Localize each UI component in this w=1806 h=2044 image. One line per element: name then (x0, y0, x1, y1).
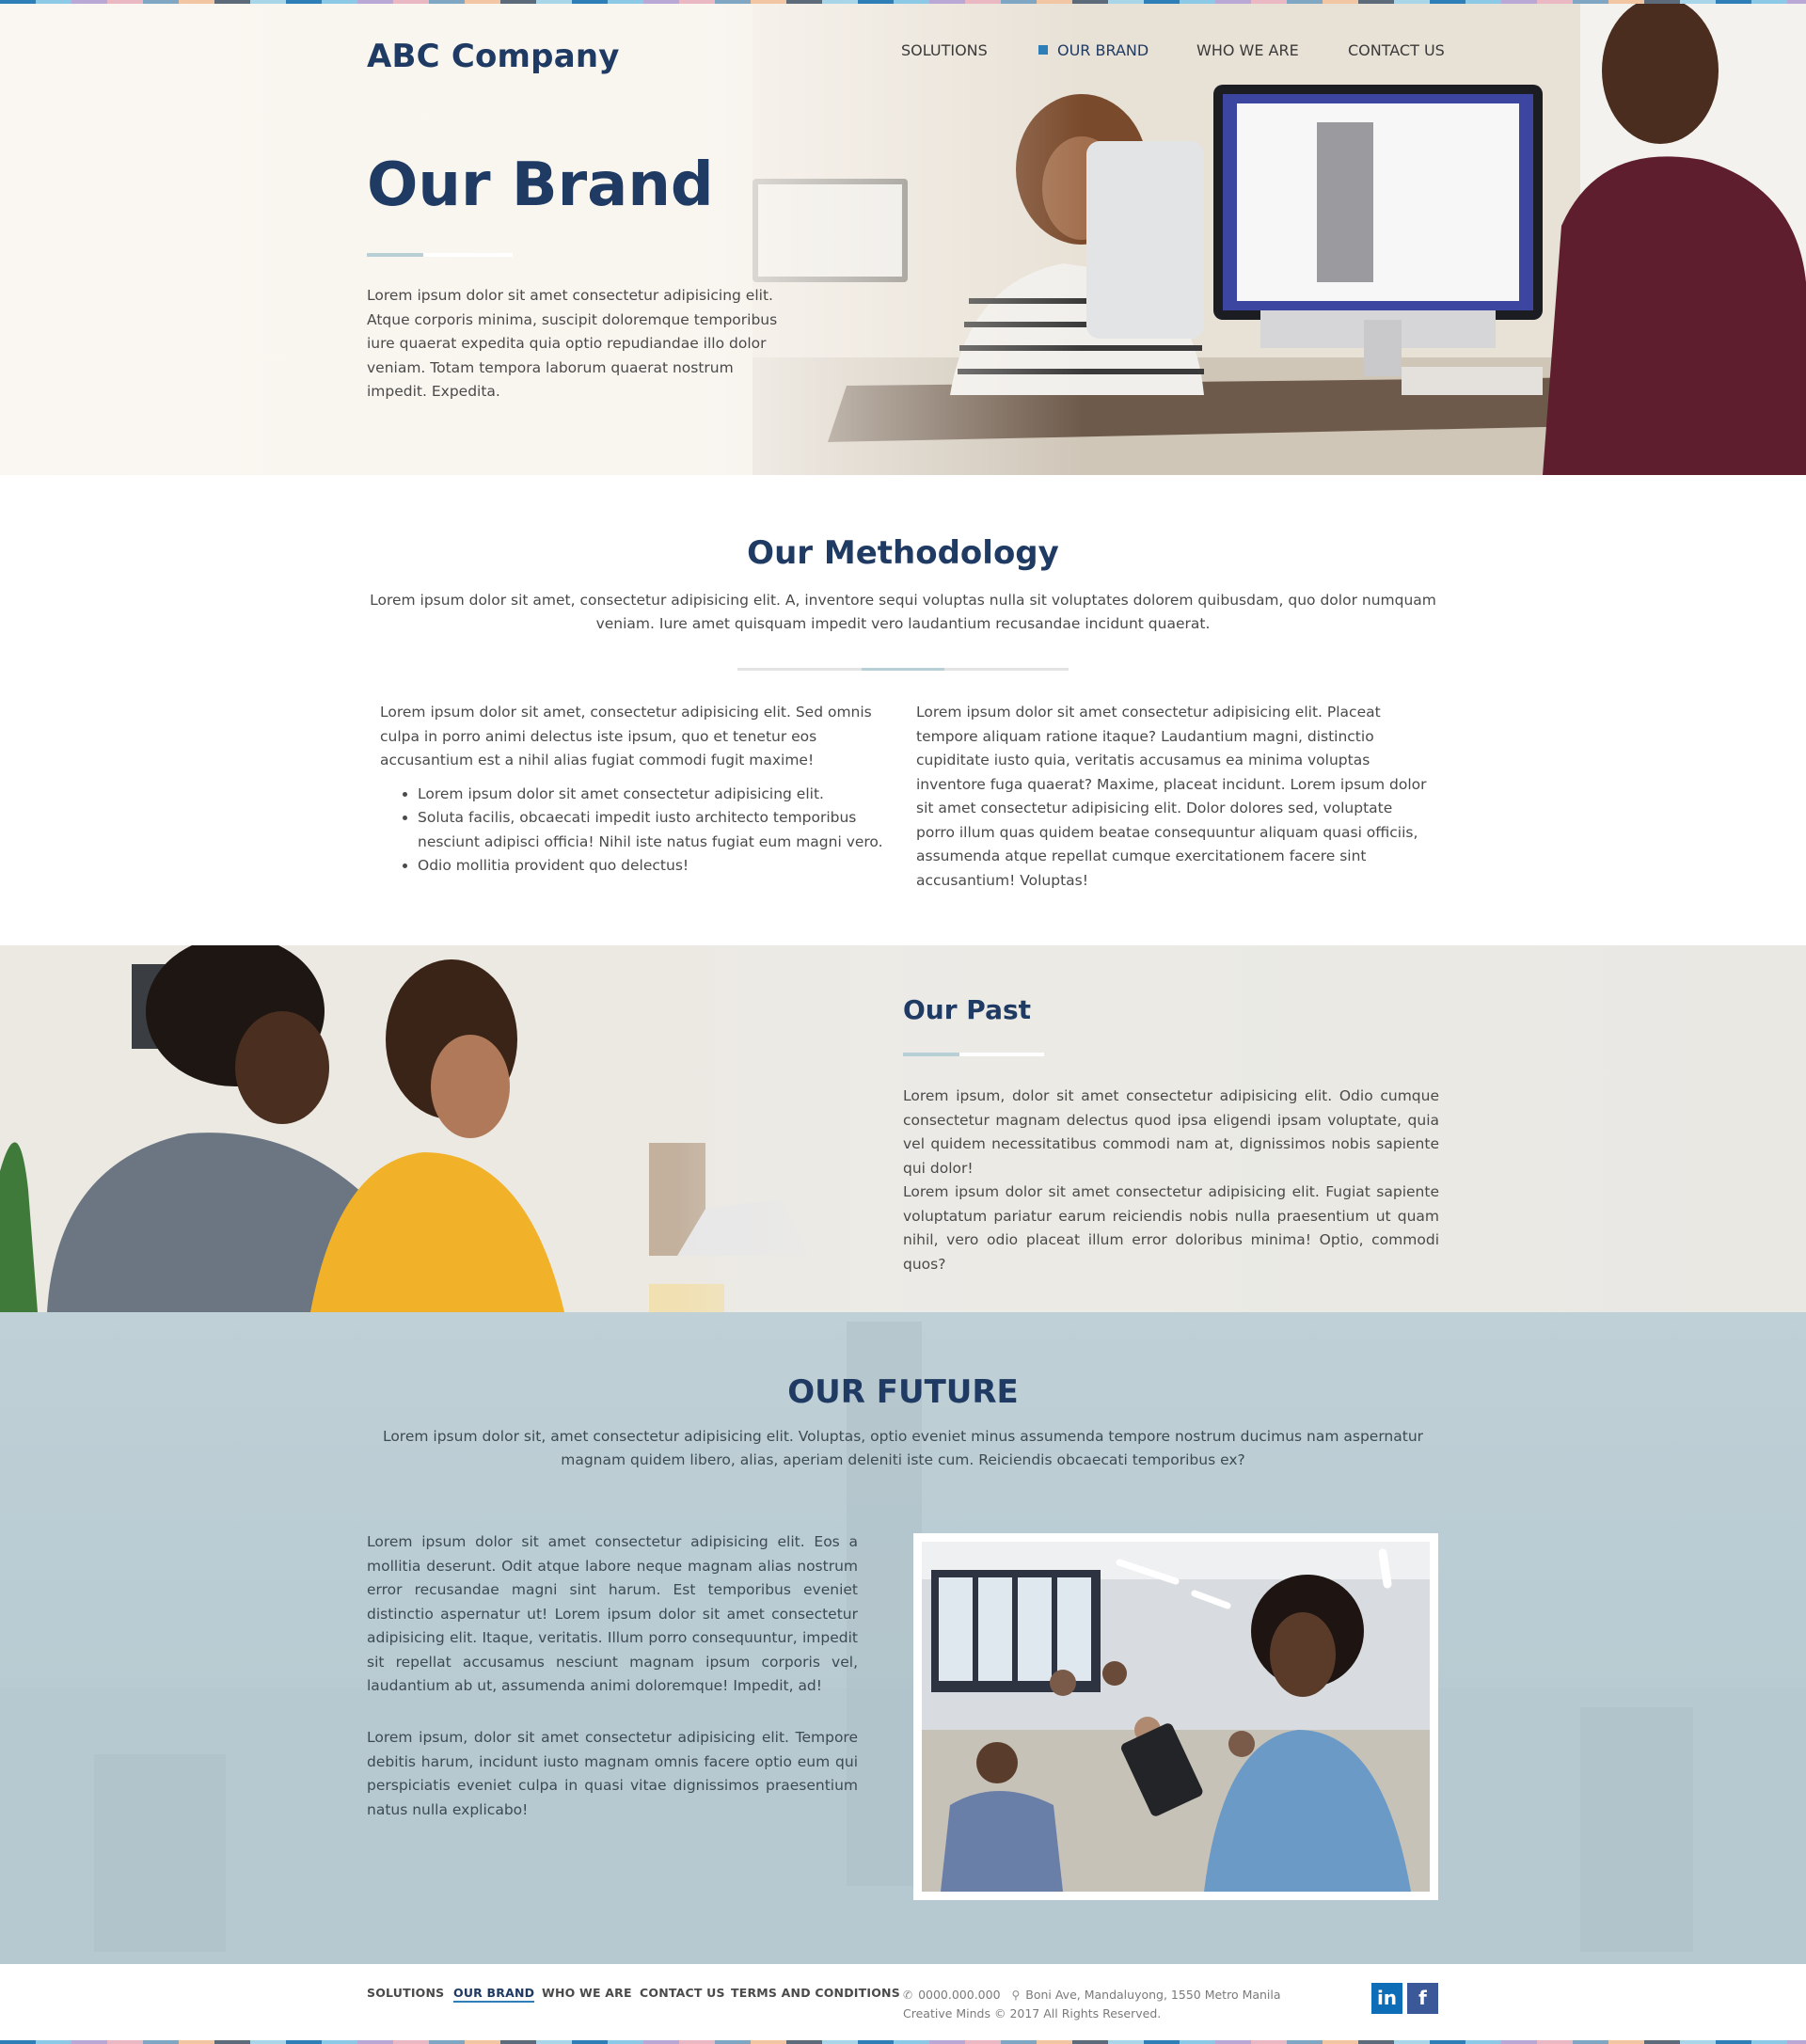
future-presentation-photo (922, 1542, 1430, 1892)
past-paragraph-2: Lorem ipsum dolor sit amet consectetur a… (903, 1183, 1439, 1273)
nav-our-brand-label: OUR BRAND (1057, 41, 1149, 59)
our-future-section: OUR FUTURE Lorem ipsum dolor sit, amet c… (0, 1312, 1806, 1964)
bottom-color-stripe (0, 2040, 1806, 2044)
site-footer: SOLUTIONS OUR BRAND WHO WE ARE CONTACT U… (0, 1964, 1806, 2040)
methodology-right-text: Lorem ipsum dolor sit amet consectetur a… (916, 704, 1427, 889)
future-paragraph-2: Lorem ipsum, dolor sit amet consectetur … (367, 1729, 858, 1818)
footer-phone: 0000.000.000 (918, 1988, 1001, 2002)
footer-contact-line: ✆ 0000.000.000 ⚲ Boni Ave, Mandaluyong, 15… (903, 1986, 1281, 2004)
past-paragraph-1: Lorem ipsum, dolor sit amet consectetur … (903, 1087, 1439, 1177)
location-pin-icon: ⚲ (1011, 1989, 1021, 2002)
title-accent-divider (367, 253, 513, 257)
methodology-left-column: Lorem ipsum dolor sit amet, consectetur … (380, 701, 888, 879)
list-item: Lorem ipsum dolor sit amet consectetur a… (418, 783, 888, 807)
methodology-divider (737, 668, 1069, 671)
list-item: Soluta facilis, obcaecati impedit iusto … (418, 806, 888, 854)
nav-who-we-are[interactable]: WHO WE ARE (1196, 41, 1299, 59)
footer-link-terms[interactable]: TERMS AND CONDITIONS (731, 1986, 900, 2000)
future-paragraph-1: Lorem ipsum dolor sit amet consectetur a… (367, 1533, 858, 1694)
phone-icon: ✆ (903, 1989, 913, 2002)
footer-contact-info: ✆ 0000.000.000 ⚲ Boni Ave, Mandaluyong, 15… (903, 1986, 1281, 2023)
hero-description: Lorem ipsum dolor sit amet consectetur a… (367, 287, 778, 400)
top-color-stripe (0, 0, 1806, 4)
methodology-left-text: Lorem ipsum dolor sit amet, consectetur … (380, 704, 872, 768)
past-students-photo (0, 945, 903, 1312)
methodology-bullet-list: Lorem ipsum dolor sit amet consectetur a… (380, 783, 888, 879)
hero-fade-overlay (0, 0, 1806, 475)
nav-our-brand[interactable]: OUR BRAND (1038, 41, 1149, 59)
past-title: Our Past (903, 994, 1032, 1025)
future-intro: Lorem ipsum dolor sit, amet consectetur … (382, 1428, 1424, 1468)
facebook-icon[interactable]: f (1407, 1983, 1438, 2014)
our-past-section: Our Past Lorem ipsum, dolor sit amet con… (0, 945, 1806, 1312)
footer-link-solutions[interactable]: SOLUTIONS (367, 1986, 444, 2000)
footer-link-our-brand[interactable]: OUR BRAND (453, 1986, 535, 2003)
page-title: Our Brand (367, 151, 714, 220)
list-item: Odio mollitia provident quo delectus! (418, 854, 888, 879)
hero-section: ABC Company SOLUTIONS OUR BRAND WHO WE A… (0, 0, 1806, 475)
future-title: OUR FUTURE (787, 1373, 1019, 1411)
footer-link-who-we-are[interactable]: WHO WE ARE (542, 1986, 632, 2000)
footer-copyright: Creative Minds © 2017 All Rights Reserve… (903, 2006, 1162, 2020)
site-logo[interactable]: ABC Company (367, 38, 620, 75)
methodology-title: Our Methodology (747, 534, 1059, 572)
future-photo-frame (913, 1533, 1438, 1900)
active-indicator-icon (1038, 45, 1048, 55)
linkedin-icon[interactable]: in (1371, 1983, 1402, 2014)
nav-contact-us[interactable]: CONTACT US (1348, 41, 1445, 59)
footer-address: Boni Ave, Mandaluyong, 1550 Metro Manila (1025, 1988, 1281, 2002)
past-accent-divider (903, 1053, 1044, 1056)
methodology-intro: Lorem ipsum dolor sit amet, consectetur … (370, 592, 1436, 632)
footer-link-contact-us[interactable]: CONTACT US (640, 1986, 725, 2000)
nav-solutions[interactable]: SOLUTIONS (901, 41, 988, 59)
